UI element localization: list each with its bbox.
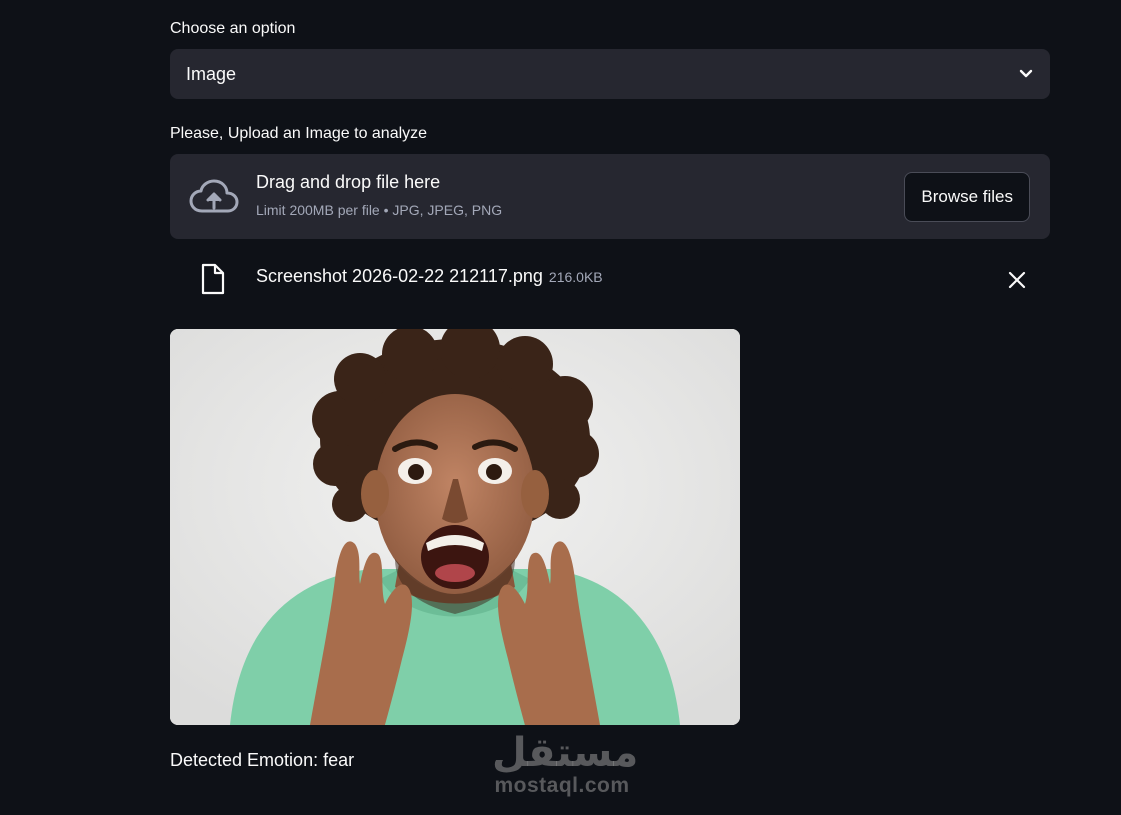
watermark-arabic: مستقل (492, 730, 639, 776)
uploaded-file-row: Screenshot 2026-02-22 212117.png 216.0KB (170, 260, 1050, 300)
dropzone-text: Drag and drop file here Limit 200MB per … (256, 170, 502, 219)
mostaql-watermark: مستقل mostaql.com (492, 730, 639, 798)
file-size: 216.0KB (548, 269, 603, 285)
browse-files-button[interactable]: Browse files (904, 172, 1030, 222)
file-name-wrap: Screenshot 2026-02-22 212117.png 216.0KB (256, 266, 603, 287)
file-dropzone[interactable]: Drag and drop file here Limit 200MB per … (170, 154, 1050, 239)
select-label: Choose an option (170, 20, 296, 37)
cloud-upload-icon (189, 178, 239, 216)
file-name: Screenshot 2026-02-22 212117.png (256, 266, 543, 286)
detected-emotion: Detected Emotion: fear (170, 750, 355, 770)
dropzone-subtitle: Limit 200MB per file • JPG, JPEG, PNG (256, 202, 503, 218)
watermark-latin: mostaql.com (494, 774, 630, 797)
uploaded-image (170, 329, 740, 725)
chevron-down-icon (1018, 66, 1034, 82)
dropzone-title: Drag and drop file here (256, 172, 441, 192)
select-value: Image (186, 63, 237, 84)
file-icon (200, 263, 226, 295)
close-icon[interactable] (1006, 269, 1028, 291)
uploader-label: Please, Upload an Image to analyze (170, 125, 428, 142)
option-select[interactable]: Image (170, 49, 1050, 99)
